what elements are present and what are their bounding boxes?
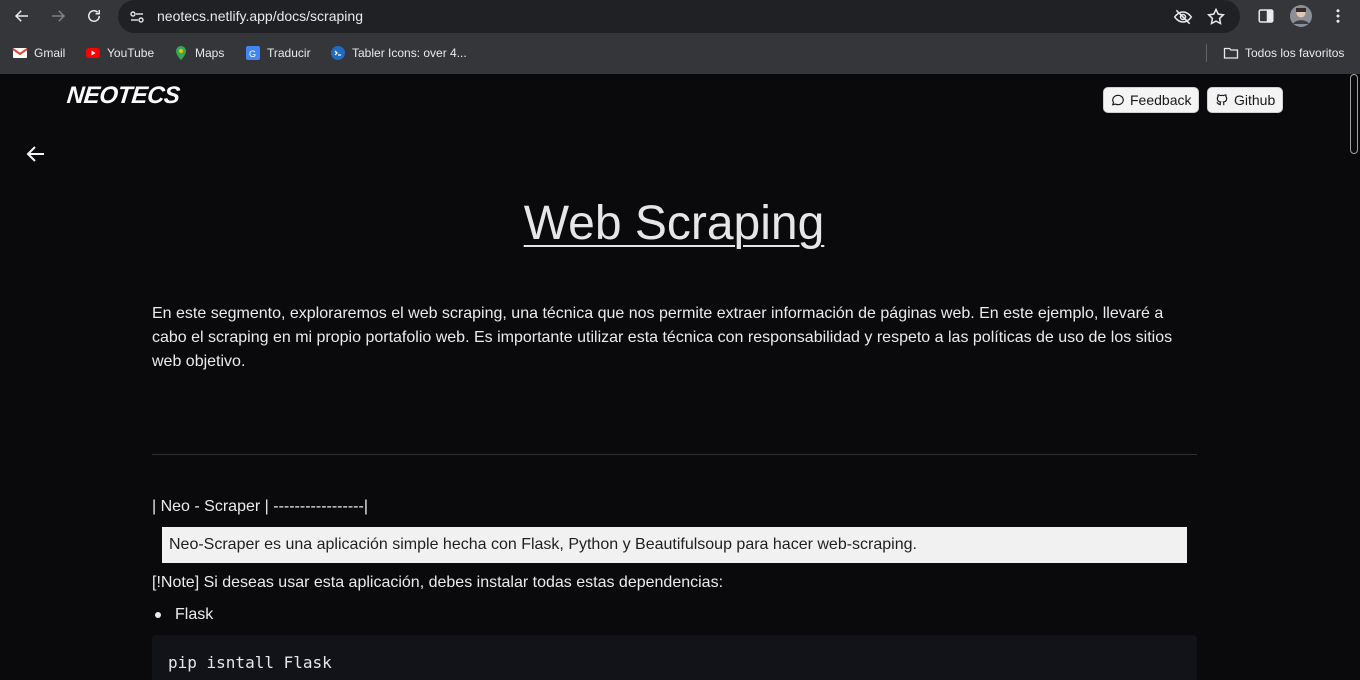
side-panel-icon[interactable]: [1254, 4, 1278, 28]
avatar[interactable]: [1289, 4, 1313, 28]
bookmarks-bar: Gmail YouTube Maps G Traducir Tabler Ico…: [0, 40, 1360, 66]
site-logo[interactable]: NEOTECS: [66, 82, 181, 110]
bookmark-label: Tabler Icons: over 4...: [352, 46, 467, 60]
message-circle-icon: [1111, 94, 1124, 106]
reload-icon[interactable]: [82, 4, 106, 28]
maps-icon: [176, 46, 186, 60]
site-settings-icon[interactable]: [128, 8, 146, 26]
forward-arrow-icon[interactable]: [46, 4, 70, 28]
bookmark-label: Gmail: [34, 46, 66, 60]
list-item-text: Flask: [175, 606, 214, 623]
blockquote: Neo-Scraper es una aplicación simple hec…: [162, 527, 1187, 563]
bookmark-maps[interactable]: Maps: [173, 44, 224, 62]
back-arrow-icon[interactable]: [10, 4, 34, 28]
gmail-icon: [12, 48, 28, 58]
page-title: Web Scraping: [0, 196, 1348, 251]
browser-chrome: neotecs.netlify.app/docs/scraping Gmail …: [0, 0, 1360, 74]
bookmark-label: Maps: [195, 46, 225, 60]
bookmarks-separator: [1206, 44, 1207, 62]
youtube-icon: [86, 48, 100, 58]
code-text: pip isntall Flask: [168, 653, 332, 672]
bookmark-label: YouTube: [107, 46, 155, 60]
scroll-thumb[interactable]: [1350, 74, 1358, 154]
note-text: [!Note] Si deseas usar esta aplicación, …: [152, 574, 724, 591]
more-vertical-icon[interactable]: [1326, 4, 1350, 28]
github-button[interactable]: Github: [1207, 87, 1284, 113]
bookmark-label: Traducir: [267, 46, 311, 60]
page-content: NEOTECS Feedback Github Web Scraping En …: [0, 74, 1348, 680]
feedback-label: Feedback: [1130, 92, 1192, 108]
star-icon[interactable]: [1205, 6, 1227, 28]
bookmark-youtube[interactable]: YouTube: [85, 44, 154, 62]
all-bookmarks-label: Todos los favoritos: [1245, 46, 1345, 60]
translate-icon: G: [246, 46, 260, 60]
scrollbar[interactable]: [1348, 74, 1360, 680]
url-text[interactable]: neotecs.netlify.app/docs/scraping: [157, 8, 363, 24]
bullet: [155, 612, 161, 618]
divider: [152, 454, 1197, 455]
list-item: Flask: [152, 606, 213, 624]
bookmark-tabler[interactable]: Tabler Icons: over 4...: [330, 44, 467, 62]
page-title-text: Web Scraping: [523, 197, 825, 250]
bookmark-gmail[interactable]: Gmail: [12, 44, 65, 62]
back-arrow-icon[interactable]: [24, 142, 48, 166]
intro-paragraph: En este segmento, exploraremos el web sc…: [152, 305, 1173, 370]
bookmark-traducir[interactable]: G Traducir: [245, 44, 311, 62]
folder-icon: [1223, 47, 1239, 59]
eye-off-icon[interactable]: [1172, 6, 1194, 28]
code-block[interactable]: pip isntall Flask: [152, 635, 1197, 680]
address-bar[interactable]: neotecs.netlify.app/docs/scraping: [118, 0, 1240, 33]
section-heading: | Neo - Scraper | -----------------|: [152, 498, 368, 515]
all-bookmarks[interactable]: Todos los favoritos: [1223, 44, 1344, 62]
feedback-button[interactable]: Feedback: [1103, 87, 1200, 113]
svg-text:G: G: [249, 49, 256, 59]
github-label: Github: [1234, 92, 1276, 108]
github-icon: [1216, 94, 1228, 106]
tabler-icon: [331, 46, 345, 60]
